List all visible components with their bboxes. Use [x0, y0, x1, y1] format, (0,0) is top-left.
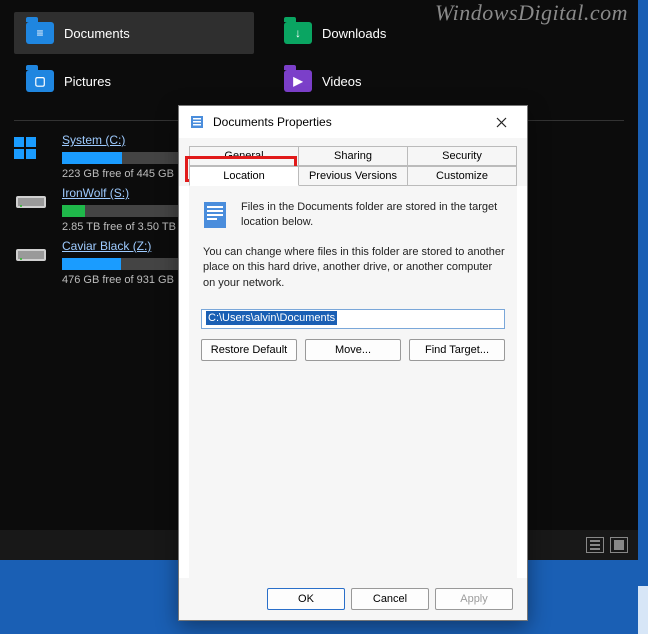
library-item-documents[interactable]: ≡ Documents — [14, 12, 254, 54]
find-target-button[interactable]: Find Target... — [409, 339, 505, 361]
tab-customize[interactable]: Customize — [408, 166, 517, 186]
location-path-value: C:\Users\alvin\Documents — [206, 311, 337, 325]
library-label: Downloads — [322, 26, 386, 41]
tab-previous-versions[interactable]: Previous Versions — [299, 166, 408, 186]
tab-panel-location: Files in the Documents folder are stored… — [189, 186, 517, 578]
library-label: Videos — [322, 74, 362, 89]
location-description-2: You can change where files in this folde… — [203, 245, 505, 291]
library-label: Pictures — [64, 74, 111, 89]
drive-usage-bar — [62, 258, 182, 270]
properties-dialog: Documents Properties General Sharing Sec… — [178, 105, 528, 621]
tab-security[interactable]: Security — [408, 146, 517, 166]
system-drive-icon — [14, 137, 50, 159]
document-icon — [201, 200, 231, 230]
move-button[interactable]: Move... — [305, 339, 401, 361]
drive-name[interactable]: Caviar Black (Z:) — [62, 239, 151, 253]
drive-usage-bar — [62, 205, 182, 217]
tab-general[interactable]: General — [189, 146, 299, 166]
view-details-icon[interactable] — [586, 537, 604, 553]
view-tiles-icon[interactable] — [610, 537, 628, 553]
library-item-pictures[interactable]: ▢ Pictures — [14, 60, 254, 102]
hdd-drive-icon — [14, 243, 50, 265]
documents-folder-icon: ≡ — [26, 22, 54, 44]
drive-name[interactable]: IronWolf (S:) — [62, 186, 129, 200]
close-icon — [496, 117, 507, 128]
location-path-input[interactable]: C:\Users\alvin\Documents — [201, 309, 505, 329]
close-button[interactable] — [481, 107, 521, 137]
videos-folder-icon: ▶ — [284, 70, 312, 92]
cancel-button[interactable]: Cancel — [351, 588, 429, 610]
library-item-downloads[interactable]: ↓ Downloads — [272, 12, 512, 54]
pictures-folder-icon: ▢ — [26, 70, 54, 92]
library-item-videos[interactable]: ▶ Videos — [272, 60, 512, 102]
ok-button[interactable]: OK — [267, 588, 345, 610]
dialog-app-icon — [189, 114, 205, 130]
hdd-drive-icon — [14, 190, 50, 212]
drive-name[interactable]: System (C:) — [62, 133, 125, 147]
apply-button[interactable]: Apply — [435, 588, 513, 610]
drive-usage-bar — [62, 152, 182, 164]
tab-sharing[interactable]: Sharing — [299, 146, 408, 166]
tab-location[interactable]: Location — [189, 166, 299, 186]
downloads-folder-icon: ↓ — [284, 22, 312, 44]
dialog-titlebar[interactable]: Documents Properties — [179, 106, 527, 138]
dialog-title: Documents Properties — [213, 115, 473, 129]
dialog-tabs: General Sharing Security Location Previo… — [179, 138, 527, 186]
location-description-1: Files in the Documents folder are stored… — [241, 200, 505, 231]
library-label: Documents — [64, 26, 130, 41]
dialog-footer: OK Cancel Apply — [179, 578, 527, 620]
restore-default-button[interactable]: Restore Default — [201, 339, 297, 361]
taskbar-edge — [638, 586, 648, 634]
